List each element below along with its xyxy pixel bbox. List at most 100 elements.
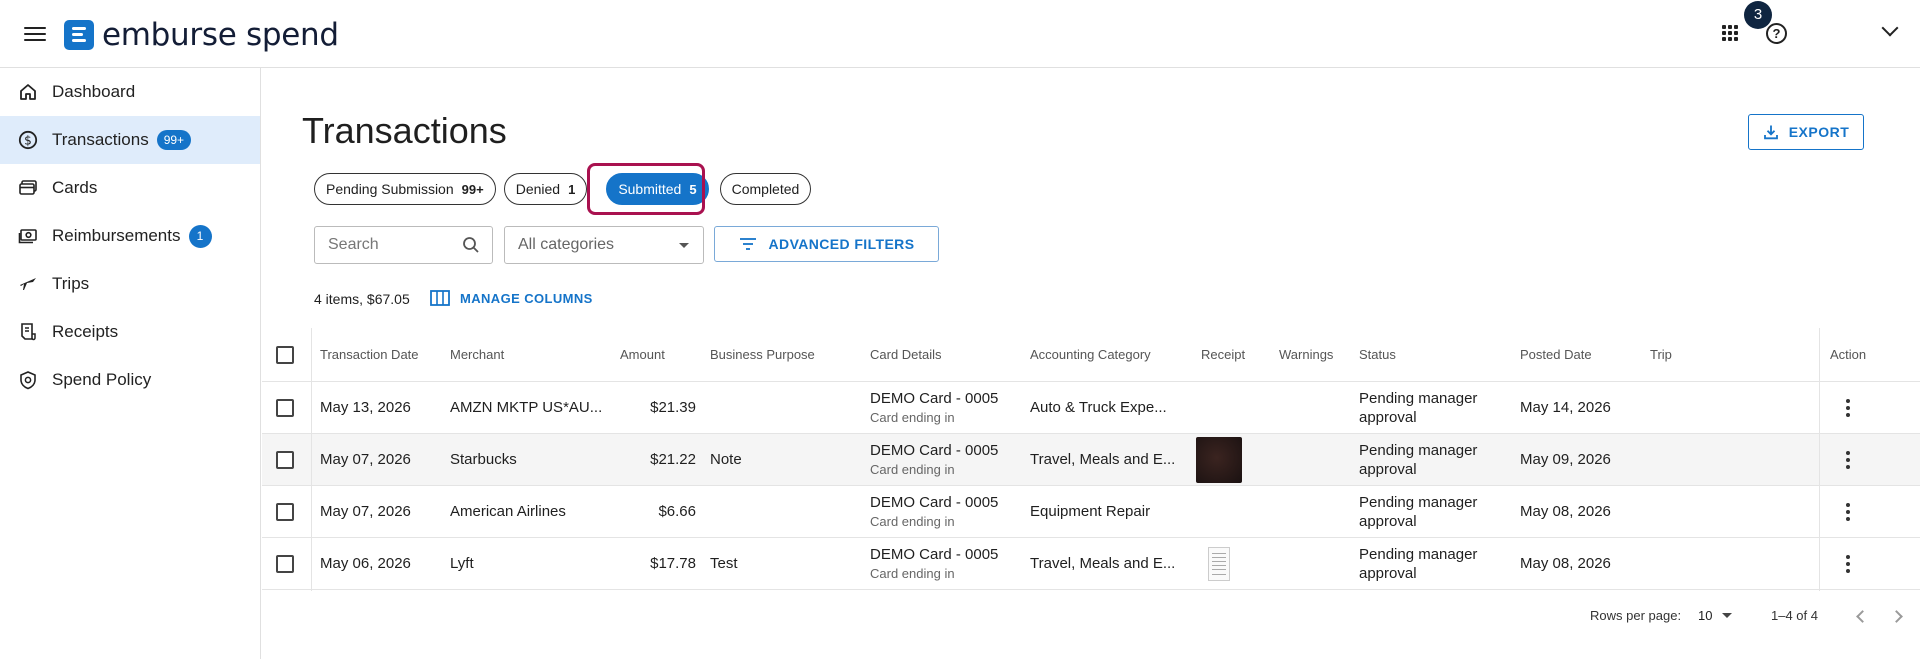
status-line-2: approval — [1359, 564, 1417, 582]
next-page-icon[interactable] — [1890, 610, 1903, 623]
page-title: Transactions — [302, 110, 507, 151]
card-name: DEMO Card - 0005 — [870, 441, 999, 459]
action-cell — [1842, 486, 1854, 537]
columns-icon — [430, 290, 450, 306]
home-icon — [18, 82, 38, 102]
tab-label: Pending Submission — [326, 181, 454, 197]
card-name: DEMO Card - 0005 — [870, 545, 999, 563]
col-receipt[interactable]: Receipt — [1201, 328, 1245, 381]
brand-name: emburse spend — [102, 17, 339, 53]
amount: $6.66 — [658, 503, 696, 520]
sidebar-item-trips[interactable]: Trips — [0, 260, 260, 308]
row-select-cell — [276, 486, 294, 537]
col-trip[interactable]: Trip — [1650, 328, 1672, 381]
rows-per-page-select[interactable]: 10 — [1698, 608, 1733, 623]
col-posted-date[interactable]: Posted Date — [1520, 328, 1592, 381]
accounting-category: Equipment Repair — [1030, 503, 1151, 520]
col-transaction-date[interactable]: Transaction Date — [320, 328, 419, 381]
col-accounting-category[interactable]: Accounting Category — [1030, 328, 1151, 381]
tab-label: Submitted — [618, 181, 682, 197]
status-line-1: Pending manager — [1359, 545, 1478, 563]
card-name: DEMO Card - 0005 — [870, 493, 999, 511]
sidebar-item-receipts[interactable]: Receipts — [0, 308, 260, 356]
sidebar-item-label: Spend Policy — [52, 370, 152, 389]
row-checkbox[interactable] — [276, 502, 294, 521]
tab-completed[interactable]: Completed — [719, 173, 812, 205]
amount: $17.78 — [650, 555, 696, 572]
action-cell — [1842, 434, 1854, 485]
filter-icon — [739, 238, 756, 250]
sidebar: Dashboard $ Transactions 99+ Cards Reimb… — [0, 68, 261, 659]
tab-count: 5 — [689, 181, 697, 197]
posted-date: May 09, 2026 — [1520, 451, 1611, 468]
posted-date: May 08, 2026 — [1520, 503, 1611, 520]
receipt-photo-thumbnail[interactable] — [1196, 436, 1242, 483]
table-row[interactable]: May 07, 2026 American Airlines $6.66 DEM… — [262, 486, 1920, 538]
accounting-category: Auto & Truck Expe... — [1030, 399, 1167, 416]
amount: $21.22 — [650, 451, 696, 468]
caret-down-icon — [679, 243, 689, 248]
table-row[interactable]: May 06, 2026 Lyft $17.78 Test DEMO Card … — [262, 538, 1920, 590]
col-amount[interactable]: Amount — [620, 328, 665, 381]
search-icon[interactable] — [462, 236, 480, 254]
more-vert-icon[interactable] — [1842, 499, 1854, 525]
tab-pending-submission[interactable]: Pending Submission 99+ — [314, 173, 496, 205]
chevron-down-icon[interactable] — [1881, 19, 1899, 37]
reimbursements-count-badge: 1 — [188, 224, 212, 248]
more-vert-icon[interactable] — [1842, 395, 1854, 421]
manage-columns-button[interactable]: MANAGE COLUMNS — [430, 290, 593, 306]
menu-icon[interactable] — [24, 24, 46, 44]
accounting-category: Travel, Meals and E... — [1030, 555, 1176, 572]
card-details: DEMO Card - 0005 Card ending in — [870, 382, 998, 433]
notification-badge[interactable]: 3 — [1744, 1, 1772, 29]
previous-page-icon[interactable] — [1856, 610, 1869, 623]
col-card-details[interactable]: Card Details — [870, 328, 942, 381]
status: Pending manager approval — [1359, 382, 1477, 433]
col-status[interactable]: Status — [1359, 328, 1396, 381]
logo[interactable]: emburse spend — [64, 17, 339, 53]
status: Pending manager approval — [1359, 486, 1477, 537]
merchant: Lyft — [450, 555, 474, 572]
table-row[interactable]: May 13, 2026 AMZN MKTP US*AU... $21.39 D… — [262, 382, 1920, 434]
select-all-checkbox[interactable] — [276, 345, 294, 364]
col-merchant[interactable]: Merchant — [450, 328, 504, 381]
row-checkbox[interactable] — [276, 554, 294, 573]
card-ending: Card ending in — [870, 461, 955, 477]
sidebar-item-transactions[interactable]: $ Transactions 99+ — [0, 116, 260, 164]
col-warnings[interactable]: Warnings — [1279, 328, 1333, 381]
sidebar-item-reimbursements[interactable]: Reimbursements 1 — [0, 212, 260, 260]
card-details: DEMO Card - 0005 Card ending in — [870, 538, 998, 589]
row-select-cell — [276, 538, 294, 589]
search-field[interactable] — [314, 226, 493, 264]
status-line-1: Pending manager — [1359, 493, 1478, 511]
advanced-filters-button[interactable]: ADVANCED FILTERS — [714, 226, 939, 262]
col-business-purpose[interactable]: Business Purpose — [710, 328, 815, 381]
sidebar-item-spend-policy[interactable]: Spend Policy — [0, 356, 260, 404]
more-vert-icon[interactable] — [1842, 551, 1854, 577]
table-row[interactable]: May 07, 2026 Starbucks $21.22 Note DEMO … — [262, 434, 1920, 486]
sidebar-item-dashboard[interactable]: Dashboard — [0, 68, 260, 116]
posted-date: May 14, 2026 — [1520, 399, 1611, 416]
apps-grid-icon[interactable] — [1722, 25, 1738, 41]
search-input[interactable] — [328, 236, 458, 254]
card-ending: Card ending in — [870, 565, 955, 581]
accounting-category: Travel, Meals and E... — [1030, 451, 1176, 468]
sidebar-item-cards[interactable]: Cards — [0, 164, 260, 212]
business-purpose: Note — [710, 451, 742, 468]
help-icon[interactable]: ? — [1766, 23, 1787, 44]
export-button[interactable]: EXPORT — [1748, 114, 1864, 150]
receipt-document-thumbnail[interactable] — [1208, 546, 1230, 581]
action-cell — [1842, 538, 1854, 589]
tab-submitted[interactable]: Submitted 5 — [606, 173, 709, 205]
dollar-circle-icon: $ — [18, 130, 38, 150]
tab-denied[interactable]: Denied 1 — [503, 173, 588, 205]
tab-label: Completed — [731, 181, 800, 197]
rows-per-page-value: 10 — [1698, 608, 1713, 623]
merchant: American Airlines — [450, 503, 566, 520]
col-action: Action — [1830, 347, 1867, 362]
category-select[interactable]: All categories — [504, 226, 704, 264]
status: Pending manager approval — [1359, 538, 1477, 589]
row-checkbox[interactable] — [276, 398, 294, 417]
row-checkbox[interactable] — [276, 450, 294, 469]
more-vert-icon[interactable] — [1842, 447, 1854, 473]
